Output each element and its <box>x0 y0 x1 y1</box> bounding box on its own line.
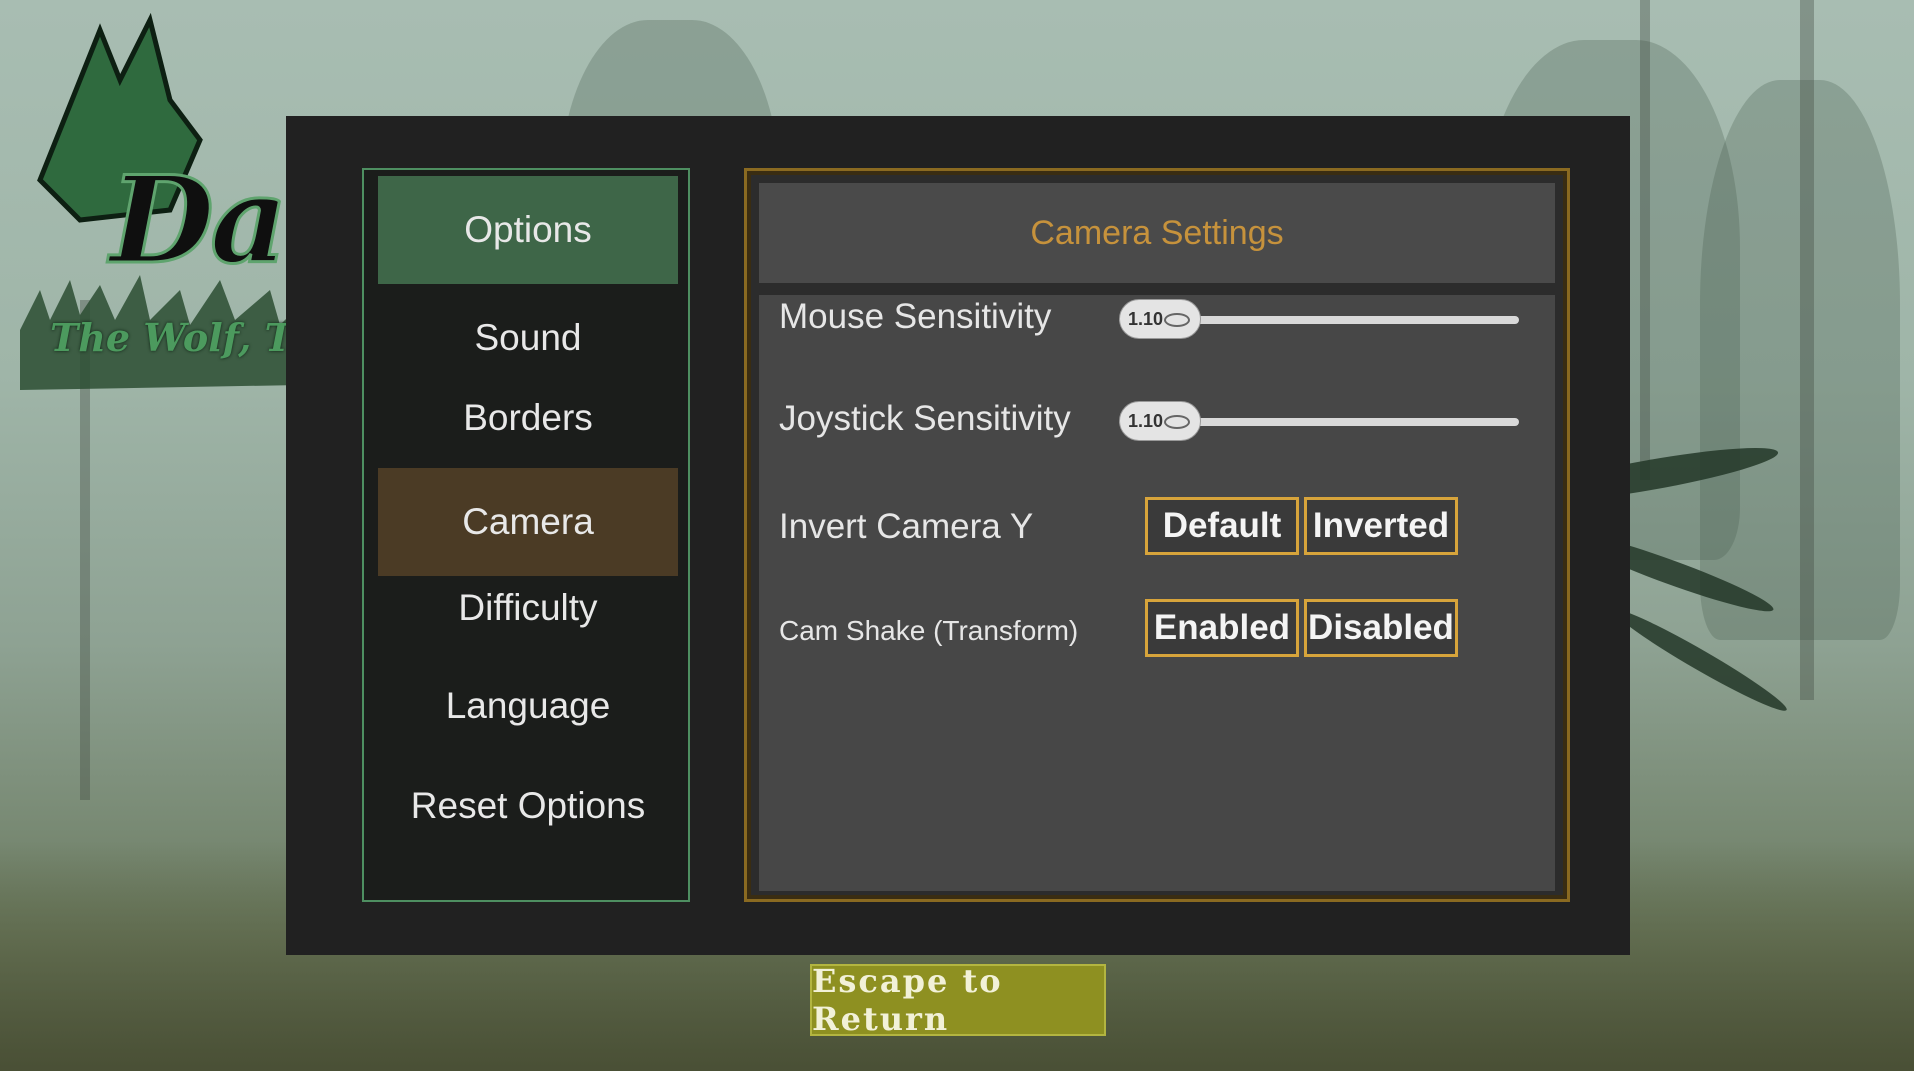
cam-shake-enabled-button[interactable]: Enabled <box>1145 599 1299 657</box>
joystick-sensitivity-value: 1.10 <box>1128 410 1164 431</box>
slider-grip-icon <box>1164 313 1190 327</box>
invert-camera-y-label: Invert Camera Y <box>779 507 1034 546</box>
invert-y-default-button[interactable]: Default <box>1145 497 1299 555</box>
options-sidebar: Options Sound Borders Camera Difficulty … <box>362 168 690 902</box>
slider-grip-icon <box>1164 415 1190 429</box>
slider-handle[interactable]: 1.10 <box>1119 401 1201 441</box>
cam-shake-label: Cam Shake (Transform) <box>779 615 1079 646</box>
slider-handle[interactable]: 1.10 <box>1119 299 1201 339</box>
camera-settings-title: Camera Settings <box>759 183 1555 283</box>
sidebar-item-reset-options[interactable]: Reset Options <box>378 752 678 860</box>
sidebar-item-language[interactable]: Language <box>378 652 678 760</box>
joystick-sensitivity-slider[interactable]: 1.10 <box>1119 401 1519 441</box>
mouse-sensitivity-slider[interactable]: 1.10 <box>1119 299 1519 339</box>
sidebar-item-difficulty[interactable]: Difficulty <box>378 554 678 662</box>
invert-y-inverted-button[interactable]: Inverted <box>1304 497 1458 555</box>
sidebar-header-options: Options <box>378 176 678 284</box>
mouse-sensitivity-label: Mouse Sensitivity <box>779 297 1052 336</box>
sidebar-item-borders[interactable]: Borders <box>378 364 678 472</box>
camera-settings-body: Mouse Sensitivity 1.10 Joystick Sensitiv… <box>759 295 1555 891</box>
joystick-sensitivity-label: Joystick Sensitivity <box>779 399 1071 438</box>
options-panel: Options Sound Borders Camera Difficulty … <box>286 116 1630 955</box>
cam-shake-disabled-button[interactable]: Disabled <box>1304 599 1458 657</box>
camera-settings-panel: Camera Settings Mouse Sensitivity 1.10 J… <box>744 168 1570 902</box>
mouse-sensitivity-value: 1.10 <box>1128 308 1164 329</box>
escape-to-return-button[interactable]: Escape to Return <box>810 962 1106 1038</box>
